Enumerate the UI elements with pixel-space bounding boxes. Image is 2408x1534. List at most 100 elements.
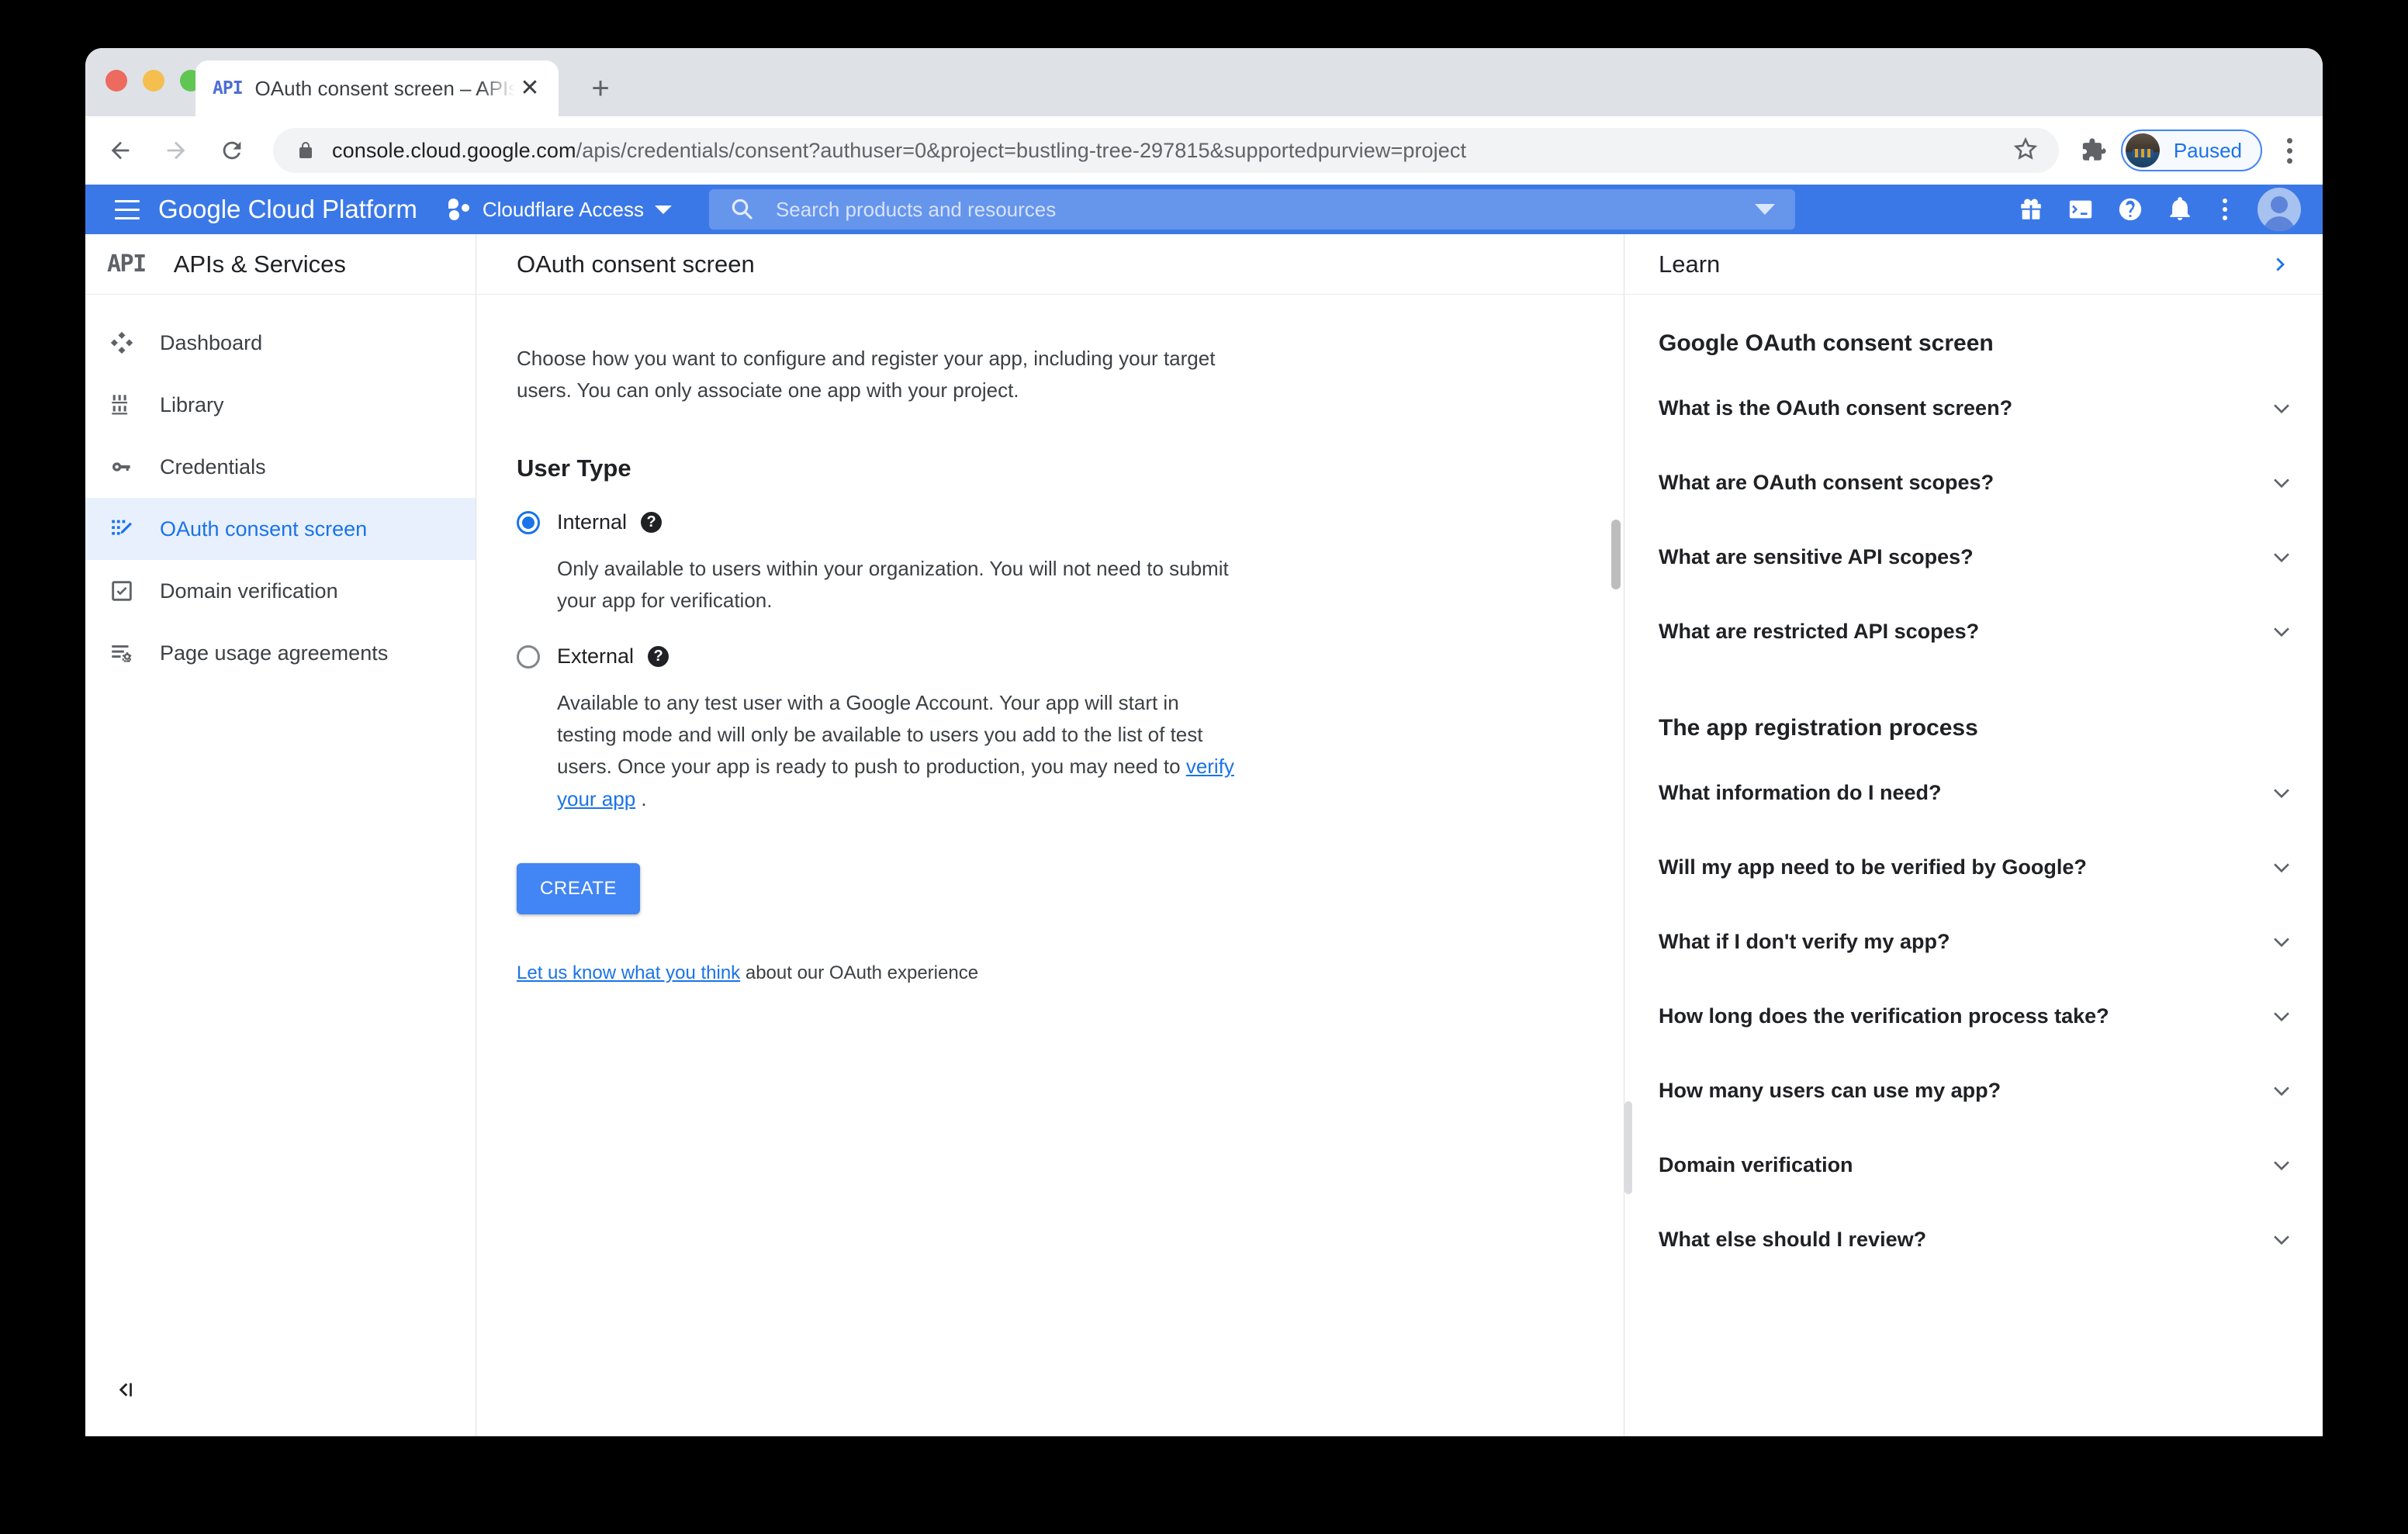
chevron-down-icon[interactable] xyxy=(2270,545,2293,568)
chevron-right-icon[interactable] xyxy=(2268,252,2293,277)
chevron-down-icon[interactable] xyxy=(2270,471,2293,494)
gcp-top-bar: Google Cloud Platform Cloudflare Access xyxy=(85,185,2323,234)
reload-icon[interactable] xyxy=(211,130,253,171)
gcp-brand-title[interactable]: Google Cloud Platform xyxy=(158,195,417,224)
address-bar[interactable]: console.cloud.google.com/apis/credential… xyxy=(273,128,2059,173)
learn-item[interactable]: Domain verification xyxy=(1659,1128,2293,1202)
chevron-down-icon[interactable] xyxy=(2270,930,2293,953)
learn-panel: Learn Google OAuth consent screen What i… xyxy=(1624,234,2323,1436)
learn-item[interactable]: How long does the verification process t… xyxy=(1659,979,2293,1053)
url-host: console.cloud.google.com xyxy=(332,138,576,162)
sidebar-item-label: Domain verification xyxy=(160,579,338,603)
sidebar-item-page-usage-agreements[interactable]: Page usage agreements xyxy=(85,622,476,684)
learn-item[interactable]: How many users can use my app? xyxy=(1659,1053,2293,1128)
chevron-down-icon[interactable] xyxy=(2270,396,2293,420)
sidebar-item-label: Dashboard xyxy=(160,330,263,354)
api-favicon-icon: API xyxy=(213,78,244,98)
create-button[interactable]: CREATE xyxy=(517,862,641,914)
close-tab-icon[interactable]: ✕ xyxy=(515,74,545,103)
project-selector[interactable]: Cloudflare Access xyxy=(444,189,676,230)
radio-external-label: External xyxy=(557,644,635,669)
project-icon xyxy=(448,198,472,221)
learn-panel-title: Learn xyxy=(1659,250,1721,278)
learn-scrollbar-thumb[interactable] xyxy=(1624,1101,1632,1194)
window-traffic-lights xyxy=(106,70,202,92)
cloud-shell-icon[interactable] xyxy=(2059,188,2102,231)
chevron-down-icon[interactable] xyxy=(2270,620,2293,643)
chevron-down-icon[interactable] xyxy=(2270,781,2293,804)
browser-tab[interactable]: API OAuth consent screen – APIs & ✕ xyxy=(195,60,559,116)
close-window-button[interactable] xyxy=(106,70,127,92)
main-content-panel: OAuth consent screen Choose how you want… xyxy=(476,234,1624,1436)
learn-item-label: What else should I review? xyxy=(1659,1227,1927,1251)
profile-paused-chip[interactable]: Paused xyxy=(2120,130,2262,171)
bookmark-star-icon[interactable] xyxy=(2012,136,2042,165)
help-icon[interactable]: ? xyxy=(641,512,663,534)
learn-item[interactable]: What are OAuth consent scopes? xyxy=(1659,445,2293,520)
address-bar-url: console.cloud.google.com/apis/credential… xyxy=(332,139,1466,163)
gift-icon[interactable] xyxy=(2009,188,2053,231)
apis-services-sidebar: API APIs & Services Dashboard Library Cr… xyxy=(85,234,476,1436)
sidebar-item-library[interactable]: Library xyxy=(85,374,476,436)
learn-section-title: The app registration process xyxy=(1659,715,1978,741)
radio-option-external[interactable]: External ? xyxy=(517,644,1243,669)
learn-item[interactable]: What are sensitive API scopes? xyxy=(1659,520,2293,594)
chevron-down-icon[interactable] xyxy=(2270,1079,2293,1102)
radio-external-description: Available to any test user with a Google… xyxy=(557,687,1243,814)
sidebar-header: API APIs & Services xyxy=(85,234,476,295)
feedback-link[interactable]: Let us know what you think xyxy=(517,962,740,983)
more-vert-icon[interactable] xyxy=(2208,188,2242,231)
chevron-down-icon[interactable] xyxy=(2270,1228,2293,1251)
chrome-three-dot-menu-icon[interactable] xyxy=(2270,130,2309,171)
browser-toolbar: console.cloud.google.com/apis/credential… xyxy=(85,116,2323,185)
help-icon[interactable] xyxy=(2109,188,2152,231)
hamburger-menu-icon[interactable] xyxy=(107,189,147,230)
project-name-label: Cloudflare Access xyxy=(482,197,644,221)
minimize-window-button[interactable] xyxy=(143,70,164,92)
back-icon[interactable] xyxy=(99,130,141,171)
sidebar-item-dashboard[interactable]: Dashboard xyxy=(85,312,476,374)
key-icon xyxy=(109,454,149,480)
learn-item[interactable]: Will my app need to be verified by Googl… xyxy=(1659,830,2293,904)
search-input[interactable] xyxy=(775,197,1741,222)
main-scrollbar-thumb[interactable] xyxy=(1611,520,1621,589)
radio-option-internal[interactable]: Internal ? xyxy=(517,510,1243,534)
learn-item[interactable]: What are restricted API scopes? xyxy=(1659,594,2293,669)
notifications-bell-icon[interactable] xyxy=(2158,188,2202,231)
chevron-down-icon xyxy=(654,205,672,214)
learn-item[interactable]: What else should I review? xyxy=(1659,1202,2293,1277)
chevron-down-icon[interactable] xyxy=(2270,1004,2293,1028)
learn-item-label: What are OAuth consent scopes? xyxy=(1659,470,1995,494)
radio-external-indicator[interactable] xyxy=(517,644,540,669)
new-tab-button[interactable]: + xyxy=(582,70,619,107)
sidebar-item-label: Credentials xyxy=(160,454,266,479)
collapse-panel-icon[interactable] xyxy=(102,1368,146,1411)
learn-panel-body: Google OAuth consent screen What is the … xyxy=(1624,295,2323,1436)
chevron-down-icon[interactable] xyxy=(2270,855,2293,879)
learn-item[interactable]: What information do I need? xyxy=(1659,755,2293,830)
user-type-heading: User Type xyxy=(517,454,631,482)
sidebar-item-credentials[interactable]: Credentials xyxy=(85,436,476,498)
sidebar-item-domain-verification[interactable]: Domain verification xyxy=(85,560,476,622)
search-bar[interactable] xyxy=(708,189,1795,230)
sidebar-nav: Dashboard Library Credentials OAuth cons… xyxy=(85,295,476,684)
learn-item[interactable]: What is the OAuth consent screen? xyxy=(1659,371,2293,445)
learn-item[interactable]: What if I don't verify my app? xyxy=(1659,904,2293,979)
external-description-tail: . xyxy=(635,786,647,810)
oauth-consent-screen-icon xyxy=(109,516,149,542)
feedback-tail-text: about our OAuth experience xyxy=(740,962,979,983)
sidebar-title: APIs & Services xyxy=(173,250,346,278)
radio-internal-indicator[interactable] xyxy=(517,510,540,534)
puzzle-piece-icon[interactable] xyxy=(2073,130,2115,171)
external-description-text: Available to any test user with a Google… xyxy=(557,691,1203,779)
intro-paragraph: Choose how you want to configure and reg… xyxy=(517,347,1216,403)
learn-item-label: Domain verification xyxy=(1659,1152,1853,1176)
learn-item-label: What are sensitive API scopes? xyxy=(1659,544,1974,568)
help-icon[interactable]: ? xyxy=(648,646,669,668)
chevron-down-icon[interactable] xyxy=(2270,1153,2293,1176)
browser-tab-strip: API OAuth consent screen – APIs & ✕ + xyxy=(85,48,2323,116)
console-body: API APIs & Services Dashboard Library Cr… xyxy=(85,234,2323,1436)
search-chevron-down-icon[interactable] xyxy=(1754,204,1775,215)
account-avatar[interactable] xyxy=(2258,188,2301,231)
sidebar-item-oauth-consent-screen[interactable]: OAuth consent screen xyxy=(85,498,476,560)
